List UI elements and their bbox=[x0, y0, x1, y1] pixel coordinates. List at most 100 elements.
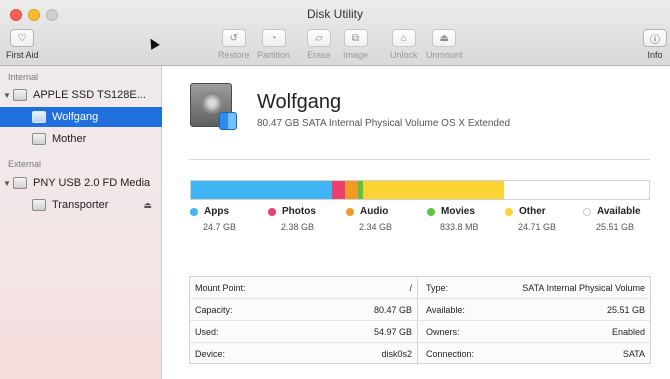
internal-disk-icon bbox=[190, 83, 237, 130]
legend-photos: Photos 2.38 GB bbox=[268, 206, 316, 232]
divider bbox=[189, 159, 650, 160]
unmount-button[interactable]: ⏏ Unmount bbox=[426, 29, 463, 60]
usage-segment-other bbox=[363, 181, 504, 199]
connection-label: Connection: bbox=[426, 349, 475, 359]
sidebar: Internal ▼ APPLE SSD TS128E... Wolfgang … bbox=[0, 66, 162, 379]
info-button[interactable]: ⓘ Info bbox=[643, 29, 667, 60]
unmount-icon: ⏏ bbox=[432, 29, 457, 47]
legend-audio: Audio 2.34 GB bbox=[346, 206, 392, 232]
partition-button[interactable]: ◔ Partition bbox=[257, 29, 290, 60]
unmount-label: Unmount bbox=[426, 50, 463, 60]
available-label: Available: bbox=[426, 305, 465, 315]
window-title: Disk Utility bbox=[307, 7, 363, 21]
disk-platter-icon bbox=[201, 92, 223, 114]
sidebar-item-mother[interactable]: Mother bbox=[0, 129, 162, 149]
disclosure-triangle-icon[interactable]: ▼ bbox=[3, 179, 13, 188]
sidebar-item-transporter[interactable]: Transporter ⏏ bbox=[0, 195, 162, 215]
legend-label: Apps bbox=[204, 206, 229, 217]
info-label: Info bbox=[647, 50, 663, 60]
mount-point-value: / bbox=[409, 283, 412, 293]
finder-icon bbox=[219, 112, 237, 130]
mount-point-label: Mount Point: bbox=[195, 283, 246, 293]
volume-title: Wolfgang bbox=[257, 91, 342, 113]
sidebar-item-wolfgang[interactable]: Wolfgang bbox=[0, 107, 162, 127]
volume-description: 80.47 GB SATA Internal Physical Volume O… bbox=[257, 118, 511, 129]
external-drive-icon bbox=[13, 177, 27, 189]
mouse-pointer-icon bbox=[146, 36, 160, 50]
partition-label: Partition bbox=[257, 50, 291, 60]
legend-size: 24.71 GB bbox=[518, 222, 557, 232]
restore-icon: ↺ bbox=[221, 29, 246, 47]
external-section-header: External bbox=[8, 159, 42, 169]
legend-available: Available 25.51 GB bbox=[583, 206, 641, 232]
device-label: Device: bbox=[195, 349, 226, 359]
stethoscope-icon: ♡ bbox=[10, 29, 35, 47]
legend-label: Movies bbox=[441, 206, 475, 217]
other-color-dot bbox=[505, 207, 513, 216]
capacity-value: 80.47 GB bbox=[373, 305, 412, 315]
volume-icon bbox=[32, 111, 46, 123]
capacity-label: Capacity: bbox=[195, 305, 233, 315]
used-label: Used: bbox=[195, 327, 219, 337]
external-disk-label: PNY USB 2.0 FD Media bbox=[33, 177, 151, 189]
volume-label: Transporter bbox=[52, 199, 109, 211]
erase-button[interactable]: ▱ Erase bbox=[307, 29, 331, 60]
internal-disk-label: APPLE SSD TS128E... bbox=[33, 89, 146, 101]
first-aid-button[interactable]: ♡ First Aid bbox=[6, 29, 39, 60]
info-icon: ⓘ bbox=[643, 29, 667, 47]
available-value: 25.51 GB bbox=[606, 305, 645, 315]
device-value: disk0s2 bbox=[381, 349, 412, 359]
restore-label: Restore bbox=[218, 50, 250, 60]
available-color-dot bbox=[583, 207, 591, 216]
type-label: Type: bbox=[426, 283, 449, 293]
info-row: Device: disk0s2 Connection: SATA bbox=[190, 343, 650, 365]
legend-label: Photos bbox=[282, 206, 316, 217]
legend-size: 25.51 GB bbox=[596, 222, 635, 232]
legend-other: Other 24.71 GB bbox=[505, 206, 556, 232]
window-toolbar: Disk Utility ♡ First Aid ↺ Restore ◔ Par… bbox=[0, 0, 670, 66]
image-label: Image bbox=[343, 50, 369, 60]
disclosure-triangle-icon[interactable]: ▼ bbox=[3, 91, 13, 100]
info-row: Used: 54.97 GB Owners: Enabled bbox=[190, 321, 650, 343]
usage-segment-photos bbox=[331, 181, 346, 199]
erase-icon: ▱ bbox=[307, 29, 331, 47]
unlock-button[interactable]: ⌂ Unlock bbox=[390, 29, 418, 60]
eject-icon[interactable]: ⏏ bbox=[143, 200, 152, 211]
image-icon: ⧉ bbox=[343, 29, 368, 47]
legend-apps: Apps 24.7 GB bbox=[190, 206, 236, 232]
used-value: 54.97 GB bbox=[373, 327, 412, 337]
first-aid-label: First Aid bbox=[6, 50, 39, 60]
legend-size: 2.38 GB bbox=[281, 222, 315, 232]
type-value: SATA Internal Physical Volume bbox=[522, 283, 645, 293]
connection-value: SATA bbox=[622, 349, 645, 359]
usage-segment-apps bbox=[191, 181, 332, 199]
info-row: Capacity: 80.47 GB Available: 25.51 GB bbox=[190, 299, 650, 321]
legend-label: Available bbox=[597, 206, 641, 217]
internal-section-header: Internal bbox=[8, 72, 39, 82]
restore-button[interactable]: ↺ Restore bbox=[218, 29, 250, 60]
info-row: Mount Point: / Type: SATA Internal Physi… bbox=[190, 277, 650, 299]
unlock-label: Unlock bbox=[390, 50, 418, 60]
volume-icon bbox=[32, 133, 46, 145]
owners-value: Enabled bbox=[611, 327, 645, 337]
image-button[interactable]: ⧉ Image bbox=[343, 29, 368, 60]
storage-usage-bar bbox=[190, 180, 650, 200]
legend-label: Other bbox=[519, 206, 546, 217]
audio-color-dot bbox=[346, 207, 354, 216]
owners-label: Owners: bbox=[426, 327, 460, 337]
internal-drive-icon bbox=[13, 89, 27, 101]
legend-size: 24.7 GB bbox=[203, 222, 237, 232]
volume-info-table: Mount Point: / Type: SATA Internal Physi… bbox=[189, 276, 651, 365]
usage-segment-available bbox=[503, 181, 649, 199]
apps-color-dot bbox=[190, 207, 198, 216]
volume-label: Wolfgang bbox=[52, 111, 99, 123]
movies-color-dot bbox=[427, 207, 435, 216]
partition-icon: ◔ bbox=[261, 29, 286, 47]
main-pane: Wolfgang 80.47 GB SATA Internal Physical… bbox=[162, 66, 670, 379]
usage-segment-audio bbox=[345, 181, 359, 199]
sidebar-item-external-disk[interactable]: ▼ PNY USB 2.0 FD Media bbox=[0, 173, 162, 193]
sidebar-item-internal-disk[interactable]: ▼ APPLE SSD TS128E... bbox=[0, 85, 162, 105]
photos-color-dot bbox=[268, 207, 276, 216]
legend-label: Audio bbox=[360, 206, 389, 217]
legend-movies: Movies 833.8 MB bbox=[427, 206, 479, 232]
